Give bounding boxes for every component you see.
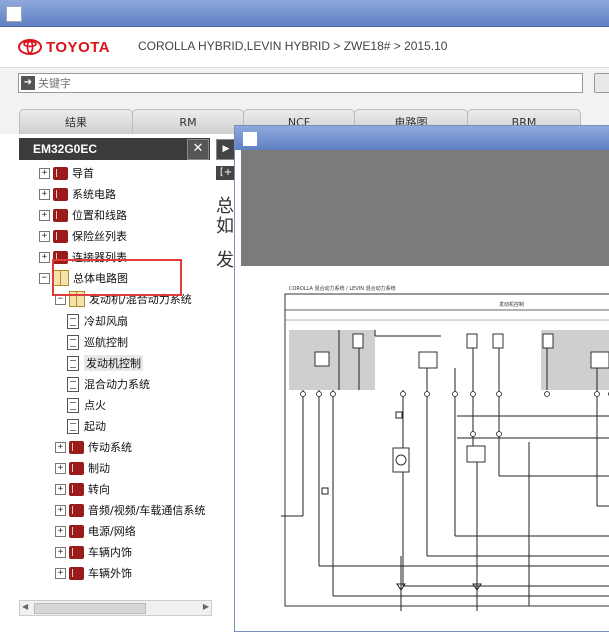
expand-plus-icon[interactable]: + [55, 547, 66, 558]
document-icon [67, 419, 79, 434]
search-box[interactable]: ➜ [18, 73, 583, 93]
search-input[interactable] [38, 75, 558, 91]
expand-plus-icon[interactable]: + [55, 484, 66, 495]
tree-item-interior[interactable]: +车辆内饰 [55, 543, 132, 561]
tree-item-brakes[interactable]: +制动 [55, 459, 110, 477]
expand-plus-icon[interactable]: + [39, 189, 50, 200]
tree-item-power-network[interactable]: +电源/网络 [55, 522, 136, 540]
toyota-emblem-icon [18, 39, 42, 55]
diagram-window[interactable]: COROLLA 混合动力系统 / LEVIN 混合动力系统 发动机控制 [234, 125, 609, 632]
book-icon [69, 462, 84, 475]
expand-plus-icon[interactable]: + [39, 168, 50, 179]
tree-item-ignition[interactable]: 点火 [67, 396, 106, 414]
tree-item-audio-visual[interactable]: +音频/视频/车载通信系统 [55, 501, 205, 519]
book-icon [69, 525, 84, 538]
tree-item-cooling-fan[interactable]: 冷却风扇 [67, 312, 128, 330]
tab-rm[interactable]: RM [132, 109, 244, 134]
panel-header: EM32G0EC [19, 138, 210, 160]
diagram-header: COROLLA 混合动力系统 / LEVIN 混合动力系统 [289, 285, 396, 292]
tree-item-starting[interactable]: 起动 [67, 417, 106, 435]
expand-arrow-icon[interactable]: ▶ [216, 139, 236, 160]
tree-item-system-circuits[interactable]: +系统电路 [39, 185, 116, 203]
breadcrumb: COROLLA HYBRID,LEVIN HYBRID > ZWE18# > 2… [138, 39, 447, 53]
search-button[interactable] [594, 73, 609, 93]
expand-plus-icon[interactable]: + [55, 526, 66, 537]
scroll-right-icon[interactable]: ▶ [203, 602, 209, 611]
book-icon [69, 504, 84, 517]
book-icon [69, 483, 84, 496]
expand-plus-icon[interactable]: + [55, 463, 66, 474]
tree-item-engine-control[interactable]: 发动机控制 [67, 354, 143, 372]
tree-item-steering[interactable]: +转向 [55, 480, 110, 498]
toyota-logo: TOYOTA [18, 36, 126, 58]
search-arrow-icon: ➜ [21, 76, 35, 90]
diagram-window-title-bar[interactable] [235, 126, 609, 150]
book-icon [53, 188, 68, 201]
book-icon [53, 230, 68, 243]
wiring-diagram-page: COROLLA 混合动力系统 / LEVIN 混合动力系统 发动机控制 [241, 266, 609, 631]
scrollbar-thumb[interactable] [34, 603, 146, 614]
tab-results[interactable]: 结果 [19, 109, 133, 134]
tree-item-location-routing[interactable]: +位置和线路 [39, 206, 127, 224]
tree-item-exterior[interactable]: +车辆外饰 [55, 564, 132, 582]
book-icon [69, 567, 84, 580]
book-icon [53, 167, 68, 180]
book-icon [69, 546, 84, 559]
expand-plus-icon[interactable]: + [55, 505, 66, 516]
close-icon[interactable]: ✕ [187, 139, 209, 160]
book-icon [69, 441, 84, 454]
tree-item-intro[interactable]: +导首 [39, 164, 94, 182]
tree-item-hybrid-system[interactable]: 混合动力系统 [67, 375, 150, 393]
content-text-2: 如 [216, 212, 234, 238]
expand-plus-icon[interactable]: + [55, 442, 66, 453]
document-icon [67, 398, 79, 413]
document-icon [67, 314, 79, 329]
document-icon [67, 377, 79, 392]
tree-item-cruise-control[interactable]: 巡航控制 [67, 333, 128, 351]
document-icon [67, 335, 79, 350]
content-text-3: 发 [216, 246, 234, 272]
wiring-diagram: COROLLA 混合动力系统 / LEVIN 混合动力系统 发动机控制 [241, 266, 609, 631]
scroll-left-icon[interactable]: ◀ [22, 602, 28, 611]
diagram-toolbar-area [241, 150, 609, 266]
tree-item-fuse-list[interactable]: +保险丝列表 [39, 227, 127, 245]
tree-item-drivetrain[interactable]: +传动系统 [55, 438, 132, 456]
diagram-window-icon [243, 132, 257, 146]
expand-plus-icon[interactable]: + [55, 568, 66, 579]
document-icon [67, 356, 79, 371]
highlight-annotation [52, 259, 182, 296]
expand-plus-icon[interactable]: + [39, 210, 50, 221]
window-title-bar [0, 0, 609, 27]
brand-name: TOYOTA [46, 39, 110, 56]
book-icon [53, 209, 68, 222]
window-icon [6, 6, 22, 22]
panel-code: EM32G0EC [33, 142, 97, 156]
navigation-tree: +导首 +系统电路 +位置和线路 +保险丝列表 +连接器列表 −总体电路图 −发… [19, 160, 214, 600]
expand-plus-icon[interactable]: + [39, 252, 50, 263]
tree-horizontal-scrollbar[interactable]: ◀ ▶ [19, 600, 212, 616]
expand-content-button[interactable]: [+ [216, 166, 236, 180]
collapse-minus-icon[interactable]: − [39, 273, 50, 284]
diagram-section-title: 发动机控制 [499, 301, 524, 308]
expand-plus-icon[interactable]: + [39, 231, 50, 242]
